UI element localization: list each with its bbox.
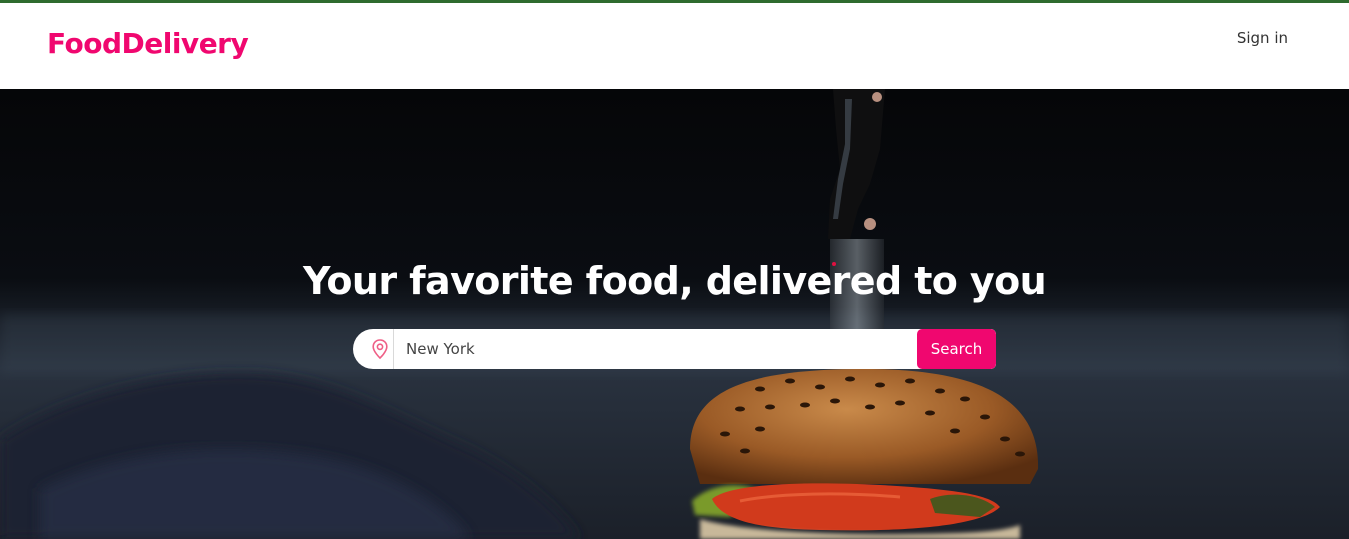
search-button[interactable]: Search — [917, 329, 996, 369]
map-pin-icon — [369, 338, 391, 360]
mouse-cursor — [832, 262, 836, 266]
sign-in-link[interactable]: Sign in — [1237, 29, 1288, 47]
location-input[interactable] — [394, 329, 917, 369]
search-bar: Search — [353, 329, 996, 369]
navbar: FoodDelivery Sign in — [0, 3, 1349, 89]
brand-logo[interactable]: FoodDelivery — [47, 27, 249, 60]
hero-section: Your favorite food, delivered to you Sea… — [0, 89, 1349, 539]
hero-title: Your favorite food, delivered to you — [302, 259, 1047, 303]
hero-burger-photo — [0, 89, 1349, 539]
